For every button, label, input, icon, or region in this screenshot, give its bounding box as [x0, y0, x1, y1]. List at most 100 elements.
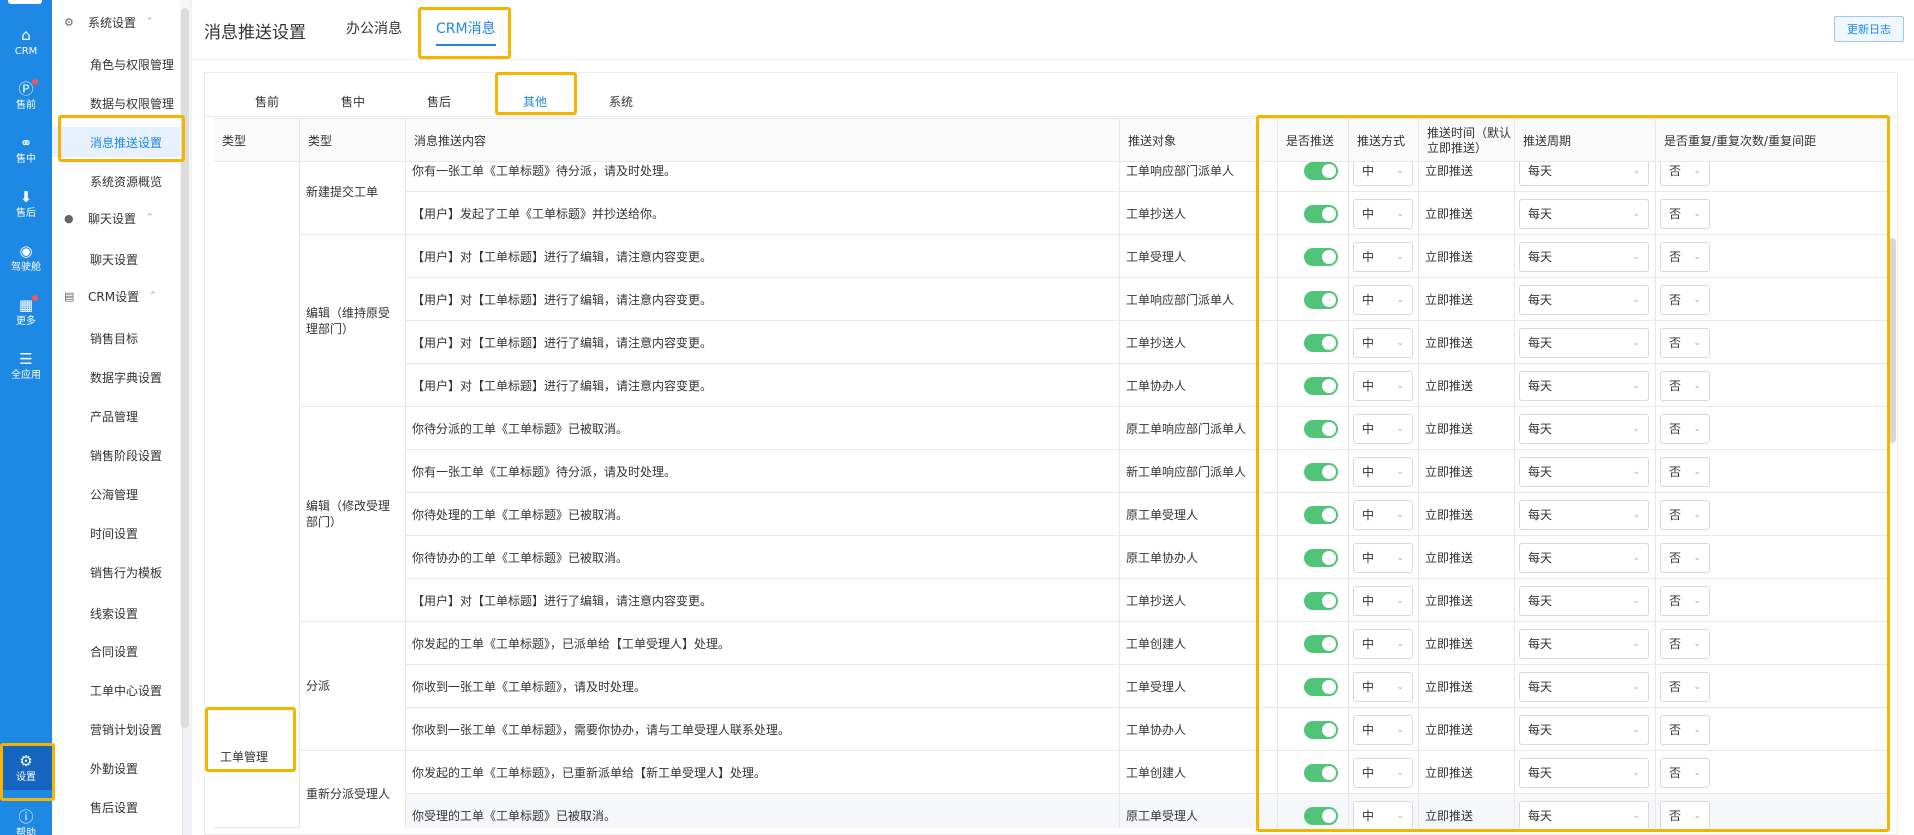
cycle-select[interactable]: 每天 ⌄	[1519, 198, 1649, 229]
repeat-select[interactable]: 否 ⌄	[1660, 542, 1710, 573]
push-toggle[interactable]	[1304, 247, 1338, 266]
repeat-select[interactable]: 否 ⌄	[1660, 370, 1710, 401]
cycle-select[interactable]: 每天 ⌄	[1519, 499, 1649, 530]
subtab-other[interactable]: 其他	[523, 93, 547, 110]
submenu-item-marketing[interactable]: 营销计划设置	[52, 714, 183, 744]
repeat-select[interactable]: 否 ⌄	[1660, 585, 1710, 616]
cycle-select[interactable]: 每天 ⌄	[1519, 714, 1649, 745]
push-toggle[interactable]	[1304, 462, 1338, 481]
repeat-select[interactable]: 否 ⌄	[1660, 800, 1710, 828]
push-toggle[interactable]	[1304, 333, 1338, 352]
repeat-select[interactable]: 否 ⌄	[1660, 327, 1710, 358]
rail-item-more[interactable]: ▦ 更多	[0, 290, 52, 334]
push-toggle[interactable]	[1304, 591, 1338, 610]
mode-select[interactable]: 中 ⌄	[1353, 198, 1413, 229]
push-toggle[interactable]	[1304, 806, 1338, 825]
submenu-item-products[interactable]: 产品管理	[52, 401, 183, 431]
rail-item-all-apps[interactable]: ☰ 全应用	[0, 344, 52, 388]
repeat-select[interactable]: 否 ⌄	[1660, 671, 1710, 702]
mode-select[interactable]: 中 ⌄	[1353, 585, 1413, 616]
subtab-presales[interactable]: 售前	[255, 93, 279, 110]
push-toggle[interactable]	[1304, 634, 1338, 653]
mode-select[interactable]: 中 ⌄	[1353, 413, 1413, 444]
mode-select[interactable]: 中 ⌄	[1353, 370, 1413, 401]
cycle-select[interactable]: 每天 ⌄	[1519, 241, 1649, 272]
repeat-select[interactable]: 否 ⌄	[1660, 757, 1710, 788]
rail-item-help[interactable]: ⓘ 帮助	[0, 802, 52, 835]
cycle-select[interactable]: 每天 ⌄	[1519, 542, 1649, 573]
mode-select[interactable]: 中 ⌄	[1353, 499, 1413, 530]
submenu-item-public-pool[interactable]: 公海管理	[52, 479, 183, 509]
push-toggle[interactable]	[1304, 505, 1338, 524]
cycle-select[interactable]: 每天 ⌄	[1519, 628, 1649, 659]
rail-item-cockpit[interactable]: ◉ 驾驶舱	[0, 236, 52, 280]
submenu-item-contracts[interactable]: 合同设置	[52, 636, 183, 666]
submenu-item-chat[interactable]: 聊天设置	[52, 244, 183, 274]
submenu-group-crm[interactable]: ▤ CRM设置 ⌃	[52, 281, 183, 311]
push-toggle[interactable]	[1304, 419, 1338, 438]
cycle-select[interactable]: 每天 ⌄	[1519, 456, 1649, 487]
subtab-system[interactable]: 系统	[609, 93, 633, 110]
push-toggle[interactable]	[1304, 720, 1338, 739]
submenu-item-data-permissions[interactable]: 数据与权限管理	[52, 88, 183, 118]
push-toggle[interactable]	[1304, 376, 1338, 395]
push-toggle[interactable]	[1304, 162, 1338, 180]
repeat-select[interactable]: 否 ⌄	[1660, 714, 1710, 745]
tab-crm-messages[interactable]: CRM消息	[436, 18, 496, 46]
repeat-select[interactable]: 否 ⌄	[1660, 413, 1710, 444]
mode-select[interactable]: 中 ⌄	[1353, 241, 1413, 272]
mode-select[interactable]: 中 ⌄	[1353, 757, 1413, 788]
cycle-select[interactable]: 每天 ⌄	[1519, 671, 1649, 702]
rail-item-crm[interactable]: ⌂ CRM	[0, 20, 52, 64]
mode-select[interactable]: 中 ⌄	[1353, 542, 1413, 573]
submenu-group-system[interactable]: ⚙ 系统设置 ⌃	[52, 7, 183, 37]
push-toggle[interactable]	[1304, 763, 1338, 782]
rail-item-presales[interactable]: Ⓟ 售前	[0, 74, 52, 118]
cycle-select[interactable]: 每天 ⌄	[1519, 585, 1649, 616]
repeat-select[interactable]: 否 ⌄	[1660, 499, 1710, 530]
push-toggle[interactable]	[1304, 548, 1338, 567]
mode-select[interactable]: 中 ⌄	[1353, 628, 1413, 659]
repeat-select[interactable]: 否 ⌄	[1660, 284, 1710, 315]
mode-select[interactable]: 中 ⌄	[1353, 800, 1413, 828]
submenu-item-field[interactable]: 外勤设置	[52, 753, 183, 783]
repeat-select[interactable]: 否 ⌄	[1660, 628, 1710, 659]
cycle-select[interactable]: 每天 ⌄	[1519, 284, 1649, 315]
changelog-button[interactable]: 更新日志	[1834, 16, 1904, 42]
subtab-aftersales[interactable]: 售后	[427, 93, 451, 110]
submenu-item-sales-target[interactable]: 销售目标	[52, 323, 183, 353]
submenu-item-leads[interactable]: 线索设置	[52, 598, 183, 628]
cycle-select[interactable]: 每天 ⌄	[1519, 327, 1649, 358]
submenu-group-chat[interactable]: ● 聊天设置 ⌃	[52, 203, 183, 233]
submenu-item-dictionary[interactable]: 数据字典设置	[52, 362, 183, 392]
mode-select[interactable]: 中 ⌄	[1353, 327, 1413, 358]
cycle-select[interactable]: 每天 ⌄	[1519, 162, 1649, 186]
mode-select[interactable]: 中 ⌄	[1353, 284, 1413, 315]
push-toggle[interactable]	[1304, 204, 1338, 223]
repeat-select[interactable]: 否 ⌄	[1660, 241, 1710, 272]
cycle-select[interactable]: 每天 ⌄	[1519, 800, 1649, 828]
submenu-item-resources[interactable]: 系统资源概览	[52, 166, 183, 196]
submenu-item-message-push[interactable]: 消息推送设置	[52, 127, 183, 157]
mode-select[interactable]: 中 ⌄	[1353, 456, 1413, 487]
push-toggle[interactable]	[1304, 677, 1338, 696]
table-scrollbar[interactable]	[1888, 238, 1896, 443]
cycle-select[interactable]: 每天 ⌄	[1519, 413, 1649, 444]
submenu-item-roles[interactable]: 角色与权限管理	[52, 49, 183, 79]
rail-item-insales[interactable]: ⚭ 售中	[0, 128, 52, 172]
rail-item-aftersales[interactable]: ⬇ 售后	[0, 182, 52, 226]
cycle-select[interactable]: 每天 ⌄	[1519, 757, 1649, 788]
repeat-select[interactable]: 否 ⌄	[1660, 198, 1710, 229]
rail-item-settings[interactable]: ⚙ 设置	[0, 746, 52, 790]
repeat-select[interactable]: 否 ⌄	[1660, 456, 1710, 487]
push-toggle[interactable]	[1304, 290, 1338, 309]
cycle-select[interactable]: 每天 ⌄	[1519, 370, 1649, 401]
mode-select[interactable]: 中 ⌄	[1353, 714, 1413, 745]
submenu-item-stages[interactable]: 销售阶段设置	[52, 440, 183, 470]
submenu-item-workorder[interactable]: 工单中心设置	[52, 675, 183, 705]
tab-office-messages[interactable]: 办公消息	[346, 18, 402, 38]
submenu-item-time[interactable]: 时间设置	[52, 518, 183, 548]
submenu-scrollbar[interactable]	[180, 0, 190, 728]
mode-select[interactable]: 中 ⌄	[1353, 162, 1413, 186]
submenu-item-behavior-template[interactable]: 销售行为模板	[52, 557, 183, 587]
